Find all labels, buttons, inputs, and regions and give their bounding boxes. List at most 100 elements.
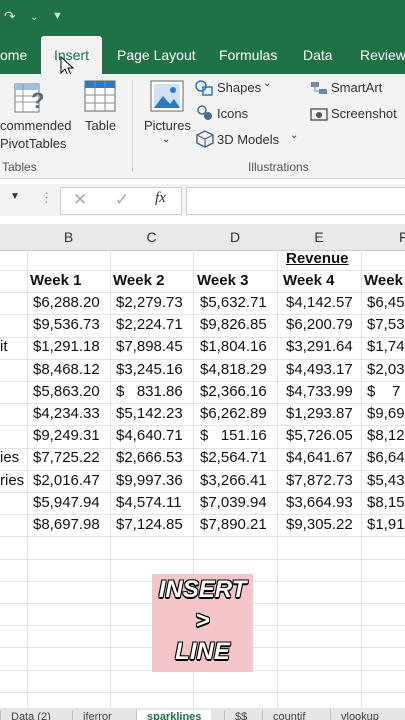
column-header-b[interactable]: B <box>27 224 111 251</box>
data-cell[interactable]: $1,804.16 <box>200 336 267 358</box>
data-cell[interactable]: $2,224.71 <box>116 314 183 336</box>
row-label-cell[interactable]: ries <box>0 470 24 492</box>
cube-icon <box>196 130 214 148</box>
data-cell[interactable]: $8,15 <box>367 492 405 514</box>
week-header-cell[interactable]: Week 3 <box>197 270 248 292</box>
data-cell[interactable]: $ 7 <box>367 381 400 403</box>
data-cell[interactable]: $9,249.31 <box>33 425 100 447</box>
column-header-c[interactable]: C <box>110 224 194 251</box>
data-cell[interactable]: $9,305.22 <box>286 514 353 536</box>
group-label-tables: Tables <box>2 160 37 174</box>
tab-formulas[interactable]: Formulas <box>219 36 277 74</box>
sheet-tab-vlookup[interactable]: vlookup <box>330 710 389 720</box>
data-cell[interactable]: $3,664.93 <box>286 492 353 514</box>
data-cell[interactable]: $7,124.85 <box>116 514 183 536</box>
data-cell[interactable]: $9,826.85 <box>200 314 267 336</box>
name-box-dropdown-icon[interactable]: ▼ <box>10 191 20 202</box>
enter-icon[interactable]: ✓ <box>115 190 129 210</box>
data-cell[interactable]: $1,74 <box>367 336 405 358</box>
sheet-tab-countif[interactable]: countif <box>262 710 315 720</box>
data-cell[interactable]: $7,53 <box>367 314 405 336</box>
data-cell[interactable]: $1,91 <box>367 514 405 536</box>
week-header-cell[interactable]: Week 2 <box>113 270 164 292</box>
recommended-label-2: PivotTables <box>0 136 67 151</box>
ribbon-tabs: ome Insert Page Layout Formulas Data Rev… <box>0 36 405 77</box>
data-cell[interactable]: $7,872.73 <box>286 470 353 492</box>
row-label-cell[interactable]: ies <box>0 447 19 469</box>
week-header-cell[interactable]: Week <box>364 270 403 292</box>
data-cell[interactable]: $5,947.94 <box>33 492 100 514</box>
column-header-f[interactable]: F <box>361 224 405 251</box>
week-header-cell[interactable]: Week 1 <box>30 270 81 292</box>
data-cell[interactable]: $4,640.71 <box>116 425 183 447</box>
formula-input[interactable] <box>186 187 405 215</box>
week-header-cell[interactable]: Week 4 <box>283 270 334 292</box>
data-cell[interactable]: $7,890.21 <box>200 514 267 536</box>
tab-review[interactable]: Review <box>360 36 405 74</box>
data-cell[interactable]: $2,666.53 <box>116 447 183 469</box>
data-cell[interactable]: $6,262.89 <box>200 403 267 425</box>
data-cell[interactable]: $6,200.79 <box>286 314 353 336</box>
data-cell[interactable]: $3,245.16 <box>116 359 183 381</box>
data-cell[interactable]: $4,493.17 <box>286 359 353 381</box>
insert-function-button[interactable]: fx <box>155 190 166 207</box>
data-cell[interactable]: $7,898.45 <box>116 336 183 358</box>
sheet-tab-sparklines[interactable]: sparklines <box>136 710 212 720</box>
data-cell[interactable]: $4,641.67 <box>286 447 353 469</box>
data-cell[interactable]: $5,142.23 <box>116 403 183 425</box>
data-cell[interactable]: $6,64 <box>367 447 405 469</box>
data-cell[interactable]: $9,536.73 <box>33 314 100 336</box>
ribbon-separator <box>132 80 133 172</box>
data-cell[interactable]: $4,234.33 <box>33 403 100 425</box>
sheet-tab-data-2[interactable]: Data (2) <box>0 710 61 720</box>
data-cell[interactable]: $3,291.64 <box>286 336 353 358</box>
revenue-header-cell[interactable]: Revenue <box>286 248 349 270</box>
3d-models-dropdown-icon: ⌄ <box>290 130 299 141</box>
column-header-d[interactable]: D <box>193 224 278 251</box>
customize-toolbar-icon[interactable]: ▼ <box>52 10 63 22</box>
data-cell[interactable]: $8,12 <box>367 425 405 447</box>
data-cell[interactable]: $1,293.87 <box>286 403 353 425</box>
data-cell[interactable]: $6,45 <box>367 292 405 314</box>
column-header-e[interactable]: E <box>277 224 362 251</box>
sheet-tab-iferror[interactable]: iferror <box>72 710 122 720</box>
data-cell[interactable]: $2,279.73 <box>116 292 183 314</box>
tab-data[interactable]: Data <box>303 36 333 74</box>
redo-icon[interactable]: ↷ <box>4 8 16 25</box>
icons-label: Icons <box>217 106 249 121</box>
data-cell[interactable]: $7,039.94 <box>200 492 267 514</box>
data-cell[interactable]: $8,468.12 <box>33 359 100 381</box>
data-cell[interactable]: $4,574.11 <box>116 492 182 514</box>
data-cell[interactable]: $2,016.47 <box>33 470 100 492</box>
data-cell[interactable]: $9,997.36 <box>116 470 183 492</box>
chevron-down-icon[interactable]: ⌄ <box>30 12 38 23</box>
data-cell[interactable]: $9,69 <box>367 403 405 425</box>
table-icon <box>84 80 116 112</box>
data-cell[interactable]: $2,03 <box>367 359 405 381</box>
data-cell[interactable]: $2,564.71 <box>200 447 267 469</box>
data-cell[interactable]: $1,291.18 <box>33 336 100 358</box>
data-cell[interactable]: $4,818.29 <box>200 359 267 381</box>
tab-page-layout[interactable]: Page Layout <box>117 36 196 74</box>
tab-home[interactable]: ome <box>0 36 38 74</box>
column-header-a[interactable] <box>0 224 28 251</box>
data-cell[interactable]: $5,726.05 <box>286 425 353 447</box>
cancel-icon[interactable]: ✕ <box>73 190 87 210</box>
data-cell[interactable]: $4,733.99 <box>286 381 353 403</box>
sheet-tab-dollars[interactable]: $$ <box>224 710 257 720</box>
data-cell[interactable]: $8,697.98 <box>33 514 100 536</box>
data-cell[interactable]: $ 151.16 <box>200 425 267 447</box>
data-cell[interactable]: $5,632.71 <box>200 292 267 314</box>
data-cell[interactable]: $6,288.20 <box>33 292 100 314</box>
3d-models-label: 3D Models <box>217 132 280 147</box>
gridline <box>0 270 405 271</box>
data-cell[interactable]: $5,863.20 <box>33 381 100 403</box>
data-cell[interactable]: $ 831.86 <box>116 381 183 403</box>
data-cell[interactable]: $2,366.16 <box>200 381 267 403</box>
data-cell[interactable]: $3,266.41 <box>200 470 267 492</box>
data-cell[interactable]: $4,142.57 <box>286 292 353 314</box>
data-cell[interactable]: $5,43 <box>367 470 405 492</box>
data-cell[interactable]: $7,725.22 <box>33 447 100 469</box>
row-label-cell[interactable]: it <box>0 336 8 358</box>
shapes-icon <box>195 80 213 96</box>
